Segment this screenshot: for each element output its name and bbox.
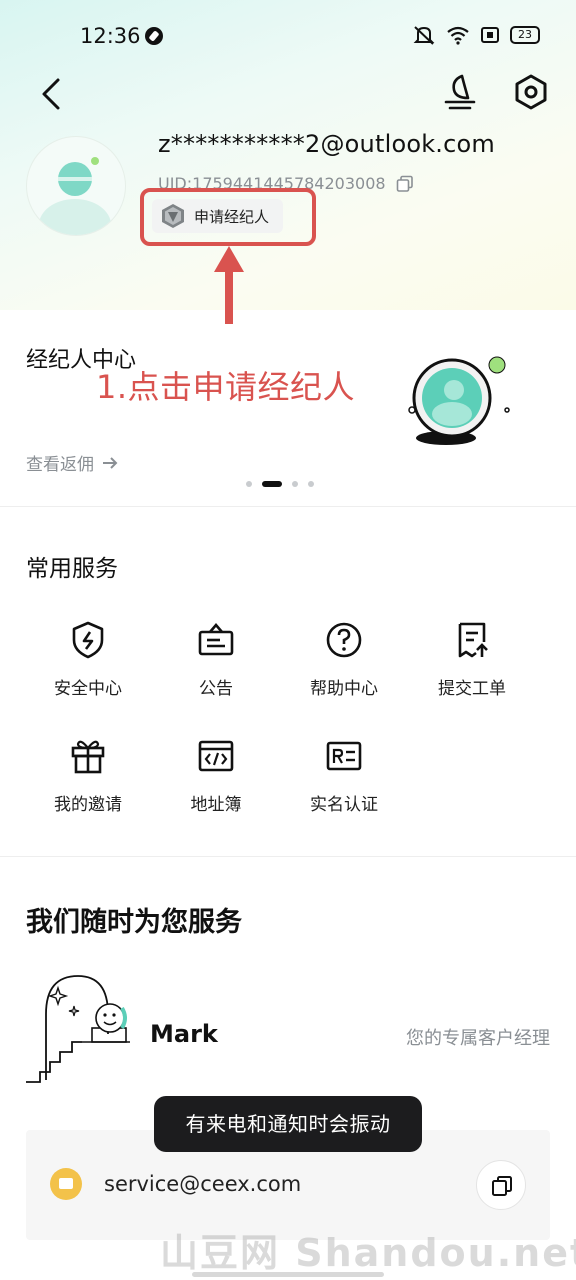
avatar[interactable]	[26, 136, 126, 236]
support-title: 我们随时为您服务	[26, 907, 242, 938]
copy-email-button[interactable]	[476, 1160, 526, 1210]
carousel-dot[interactable]	[246, 481, 252, 487]
back-arrow-icon[interactable]	[36, 74, 68, 114]
service-label: 安全中心	[54, 679, 122, 699]
announcement-icon	[198, 623, 234, 656]
view-rebate-link[interactable]: 查看返佣	[26, 450, 118, 475]
carousel-dot[interactable]	[308, 481, 314, 487]
watermark: 山豆网 Shandou.net	[160, 1231, 576, 1275]
carousel-dot[interactable]	[292, 481, 298, 487]
system-toast: 有来电和通知时会振动	[154, 1096, 422, 1152]
home-indicator[interactable]	[192, 1272, 384, 1277]
section-divider	[0, 856, 576, 857]
annotation-instruction: 1.点击申请经纪人	[96, 368, 356, 406]
shield-icon	[72, 621, 104, 659]
copy-icon[interactable]	[396, 175, 414, 193]
gift-icon	[71, 740, 105, 774]
ticket-icon	[458, 622, 488, 658]
settings-icon[interactable]	[512, 72, 550, 112]
manager-name: Mark	[150, 1020, 218, 1048]
service-email: service@ceex.com	[104, 1172, 302, 1196]
battery-indicator: 23	[510, 26, 540, 44]
service-label: 我的邀请	[54, 795, 122, 815]
manager-role: 您的专属客户经理	[406, 1028, 550, 1049]
annotation-arrow-icon	[214, 246, 244, 324]
service-security-center[interactable]: 安全中心	[24, 612, 152, 712]
service-address-book[interactable]: 地址簿	[152, 728, 280, 828]
id-card-icon	[326, 741, 362, 771]
service-label: 提交工单	[438, 679, 506, 699]
night-mode-icon[interactable]	[440, 72, 480, 112]
service-announcement[interactable]: 公告	[152, 612, 280, 712]
status-bar: 12:36 23	[0, 0, 576, 72]
service-submit-ticket[interactable]: 提交工单	[408, 612, 536, 712]
broker-illustration	[408, 356, 510, 445]
wifi-icon	[447, 26, 469, 45]
section-divider	[0, 506, 576, 507]
service-real-name-verification[interactable]: 实名认证	[280, 728, 408, 828]
carousel-indicator	[246, 481, 314, 487]
service-label: 地址簿	[190, 795, 242, 815]
customer-manager-illustration	[26, 975, 130, 1083]
services-title: 常用服务	[26, 556, 118, 582]
address-book-icon	[198, 740, 234, 772]
service-label: 帮助中心	[310, 679, 378, 699]
service-help-center[interactable]: 帮助中心	[280, 612, 408, 712]
view-rebate-label: 查看返佣	[26, 455, 94, 475]
account-email: z***********2@outlook.com	[158, 130, 495, 158]
service-label: 公告	[199, 679, 233, 699]
mail-icon	[50, 1168, 82, 1200]
copy-icon	[492, 1176, 512, 1196]
help-icon	[326, 622, 362, 658]
arrow-right-icon	[103, 456, 118, 469]
compass-icon	[145, 27, 163, 45]
sim-icon	[481, 27, 499, 43]
status-time: 12:36	[80, 24, 141, 48]
service-my-invitation[interactable]: 我的邀请	[24, 728, 152, 828]
status-icons: 23	[412, 24, 540, 46]
carousel-dot-active[interactable]	[262, 481, 282, 487]
annotation-highlight-box	[140, 188, 316, 246]
service-label: 实名认证	[310, 795, 378, 815]
mute-vibrate-icon	[413, 26, 435, 45]
avatar-placeholder-icon	[39, 157, 111, 235]
